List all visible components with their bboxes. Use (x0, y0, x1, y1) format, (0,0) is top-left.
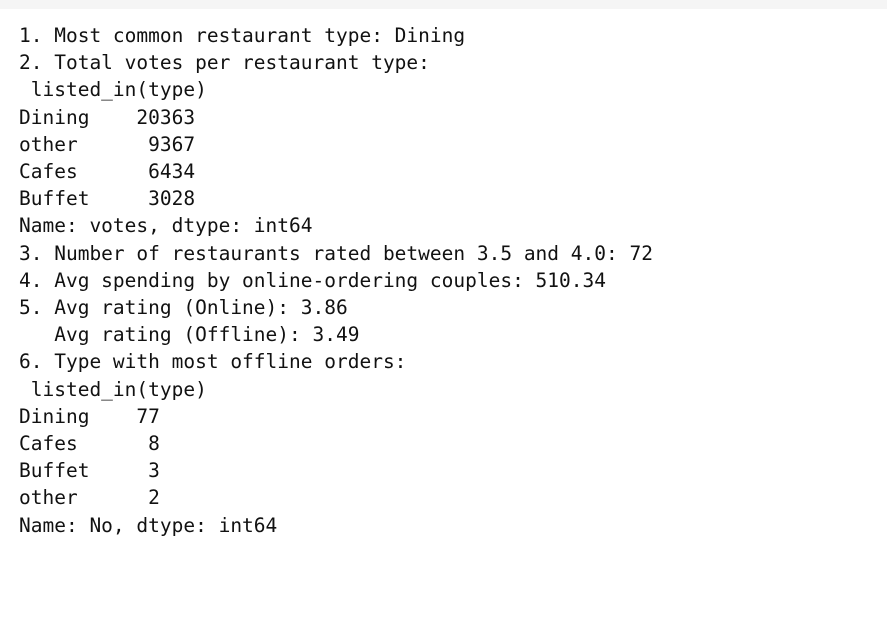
cell-output-area: 1. Most common restaurant type: Dining 2… (19, 22, 879, 622)
cell-top-border (0, 0, 887, 9)
stdout-text: 1. Most common restaurant type: Dining 2… (19, 24, 653, 537)
